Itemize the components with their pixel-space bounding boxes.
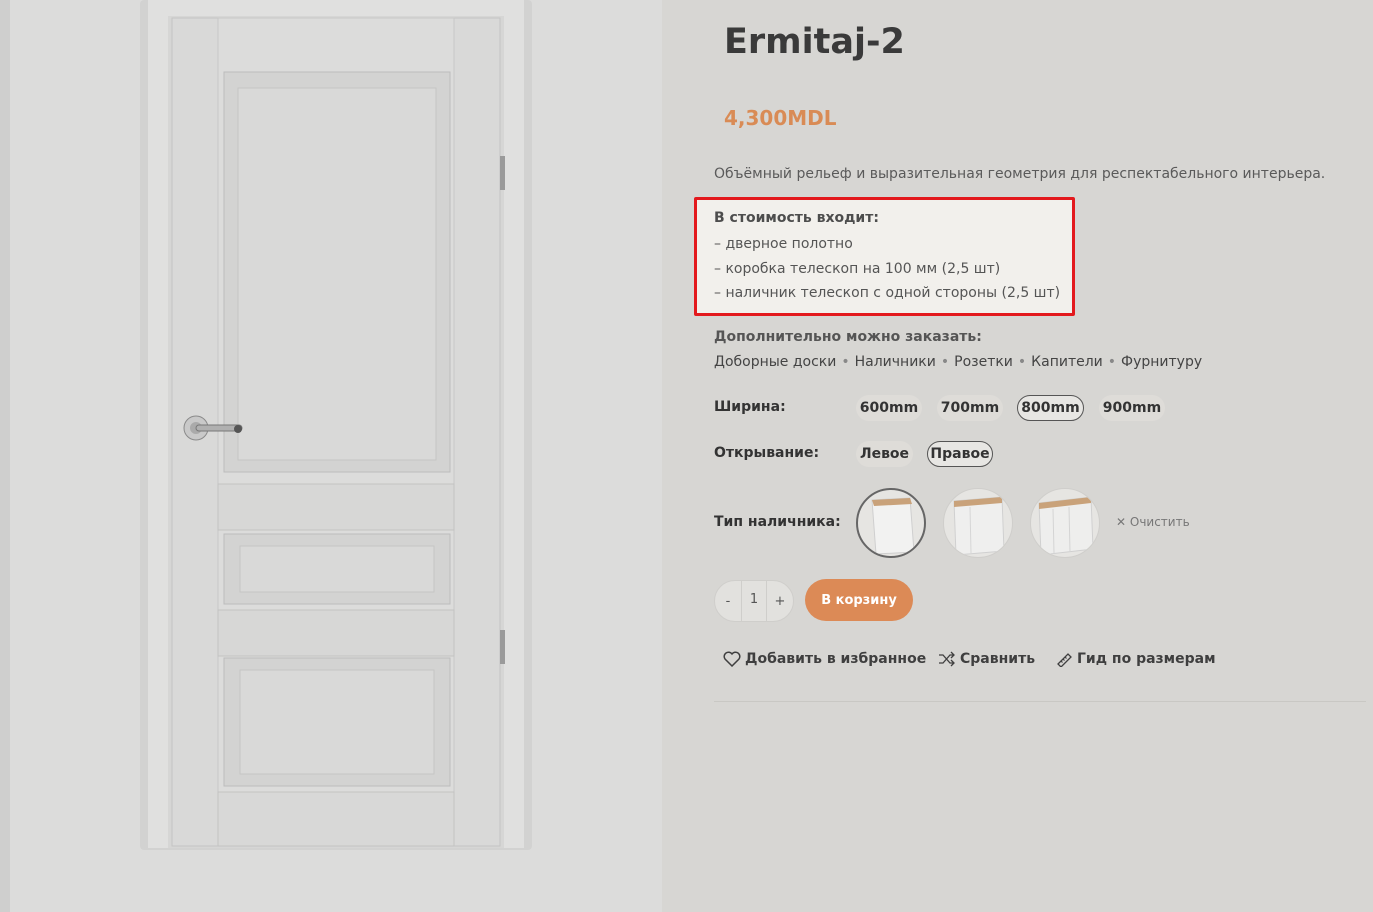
size-guide-link[interactable]: Гид по размерам (1055, 651, 1216, 667)
add-to-cart-button[interactable]: В корзину (805, 579, 913, 621)
product-title: Ermitaj-2 (724, 22, 905, 62)
included-items-box: В стоимость входит: – дверное полотно – … (694, 197, 1075, 316)
width-option-800[interactable]: 800mm (1017, 395, 1084, 421)
size-guide-label: Гид по размерам (1077, 651, 1216, 667)
included-item: – наличник телескоп с одной стороны (2,5… (714, 285, 1061, 301)
close-icon: ✕ (1116, 515, 1130, 529)
included-item: – дверное полотно (714, 236, 853, 252)
quantity-minus-button[interactable]: - (715, 594, 741, 609)
section-divider (714, 701, 1366, 702)
casing-swatch-profile-1[interactable] (943, 488, 1013, 558)
shuffle-icon (939, 651, 955, 667)
extras-list: Доборные доски • Наличники • Розетки • К… (714, 354, 1202, 370)
width-option-600[interactable]: 600mm (856, 395, 922, 421)
casing-profile-icon (953, 496, 1005, 556)
casing-swatch-profile-2[interactable] (1030, 488, 1100, 558)
included-item: – коробка телескоп на 100 мм (2,5 шт) (714, 260, 1001, 277)
included-items-title: В стоимость входит: (714, 210, 879, 226)
extras-item: Наличники (854, 354, 936, 370)
width-label: Ширина: (714, 399, 786, 415)
width-option-700[interactable]: 700mm (937, 395, 1003, 421)
quantity-stepper: - 1 + (714, 580, 794, 622)
opening-option-right[interactable]: Правое (927, 441, 993, 467)
extras-item: Капители (1031, 354, 1103, 370)
ruler-icon (1057, 653, 1072, 667)
casing-profile-icon (1038, 496, 1094, 556)
product-price: 4,300MDL (724, 106, 837, 130)
extras-item: Розетки (954, 354, 1013, 370)
extras-separator: • (1017, 354, 1027, 370)
extras-separator: • (1107, 354, 1117, 370)
extras-separator: • (841, 354, 850, 370)
opening-label: Открывание: (714, 445, 820, 461)
casing-swatch-flat[interactable] (856, 488, 926, 558)
opening-option-left[interactable]: Левое (856, 441, 913, 467)
quantity-input[interactable]: 1 (741, 580, 767, 622)
width-label-text: Ширина (714, 399, 781, 415)
extras-item: Фурнитуру (1121, 354, 1203, 370)
compare-link[interactable]: Сравнить (938, 651, 1035, 667)
wishlist-label: Добавить в избранное (745, 651, 927, 667)
add-to-wishlist-link[interactable]: Добавить в избранное (723, 651, 926, 667)
width-option-900[interactable]: 900mm (1099, 395, 1165, 421)
gallery-edge (0, 0, 10, 912)
clear-selection-link[interactable]: ✕ Очистить (1116, 515, 1190, 529)
compare-label: Сравнить (960, 651, 1036, 667)
product-gallery (0, 0, 662, 912)
extras-separator: • (940, 354, 950, 370)
quantity-plus-button[interactable]: + (767, 594, 793, 609)
heart-icon (723, 651, 741, 667)
clear-label: Очистить (1129, 515, 1190, 529)
opening-label-text: Открывание (714, 445, 814, 461)
extras-title: Дополнительно можно заказать: (714, 329, 982, 345)
product-image[interactable] (138, 0, 534, 852)
product-description: Объёмный рельеф и выразительная геометри… (714, 166, 1326, 182)
extras-item: Доборные доски (714, 354, 837, 370)
casing-label-text: Тип наличника (714, 514, 836, 530)
casing-label: Тип наличника: (714, 514, 841, 530)
